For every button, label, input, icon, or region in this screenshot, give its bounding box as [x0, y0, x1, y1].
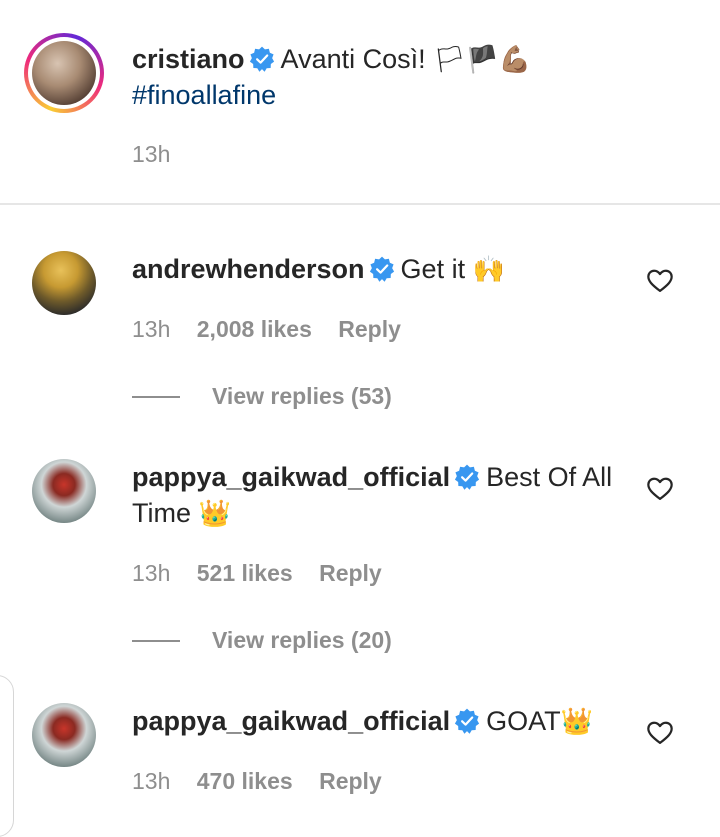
heart-outline-icon[interactable]	[646, 475, 674, 503]
comment-line: pappya_gaikwad_official GOAT👑	[132, 703, 593, 739]
likes-count[interactable]: 521 likes	[197, 560, 293, 586]
caption-username[interactable]: cristiano	[132, 44, 245, 74]
reply-button[interactable]: Reply	[338, 316, 401, 342]
comment-line: pappya_gaikwad_official Best Of All	[132, 459, 612, 495]
verified-badge-icon	[454, 708, 480, 734]
verified-badge-icon	[249, 46, 275, 72]
heart-outline-icon[interactable]	[646, 267, 674, 295]
verified-badge-icon	[369, 256, 395, 282]
comment-timestamp: 13h	[132, 316, 171, 342]
view-replies-button[interactable]: View replies (20)	[212, 627, 392, 654]
heart-outline-icon[interactable]	[646, 719, 674, 747]
reply-button[interactable]: Reply	[319, 560, 382, 586]
likes-count[interactable]: 470 likes	[197, 768, 293, 794]
likes-count[interactable]: 2,008 likes	[197, 316, 312, 342]
avatar[interactable]	[32, 703, 96, 767]
side-panel-edge	[0, 675, 14, 837]
verified-badge-icon	[454, 464, 480, 490]
hashtag-link[interactable]: #finoallafine	[132, 80, 276, 110]
comment-username[interactable]: pappya_gaikwad_official	[132, 462, 450, 492]
story-ring-avatar-cristiano[interactable]	[24, 33, 104, 113]
avatar[interactable]	[32, 459, 96, 523]
crown-emoji: 👑	[560, 706, 593, 736]
comment-emoji: 🙌	[472, 254, 505, 284]
post-caption: cristiano Avanti Così! 🏳🏴💪🏽 #finoallafine…	[0, 0, 720, 204]
avatar[interactable]	[32, 251, 96, 315]
caption-emojis: 🏳🏴💪🏽	[433, 44, 531, 74]
view-replies-button[interactable]: View replies (53)	[212, 383, 392, 410]
comment-username[interactable]: pappya_gaikwad_official	[132, 706, 450, 736]
comment-timestamp: 13h	[132, 768, 171, 794]
crown-emoji: 👑	[198, 498, 231, 528]
caption-hashtag-line: #finoallafine	[132, 77, 276, 113]
comment-timestamp: 13h	[132, 560, 171, 586]
comment-meta: 13h 470 likes Reply	[132, 768, 382, 795]
replies-divider-line	[132, 396, 180, 398]
comment-text: Best Of All	[486, 462, 613, 492]
comment-line-2: Time 👑	[132, 495, 231, 531]
comment-text: Get it	[400, 254, 466, 284]
caption-timestamp: 13h	[132, 141, 171, 167]
comment-line: andrewhenderson Get it 🙌	[132, 251, 505, 287]
comment-username[interactable]: andrewhenderson	[132, 254, 365, 284]
avatar	[32, 41, 96, 105]
reply-button[interactable]: Reply	[319, 768, 382, 794]
replies-divider-line	[132, 640, 180, 642]
caption-text: Avanti Così!	[280, 44, 426, 74]
comment-text-continued: Time	[132, 498, 191, 528]
comment-meta: 13h 2,008 likes Reply	[132, 316, 401, 343]
comment-meta: 13h 521 likes Reply	[132, 560, 382, 587]
divider	[0, 203, 720, 205]
comment-text: GOAT	[486, 706, 561, 736]
caption-line: cristiano Avanti Così! 🏳🏴💪🏽	[132, 41, 531, 77]
